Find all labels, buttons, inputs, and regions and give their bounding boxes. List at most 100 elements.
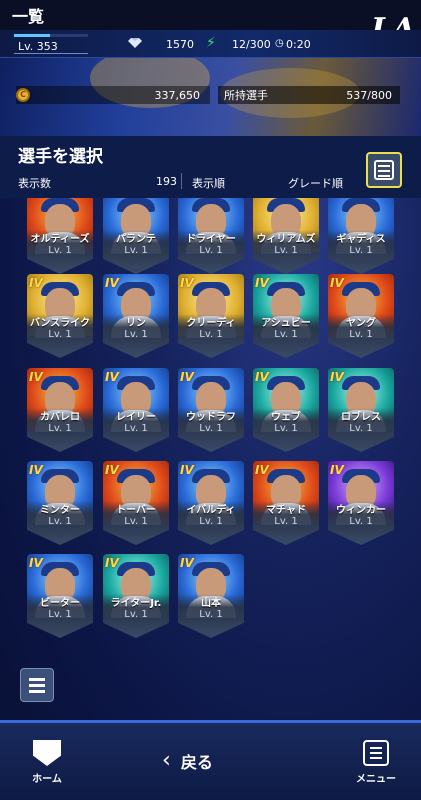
player-level: Lv. 1	[199, 609, 223, 620]
player-card[interactable]: IV アシュビー Lv. 1	[253, 274, 319, 358]
player-name: ロブレス	[341, 412, 381, 423]
player-name: ウッドラフ	[186, 412, 236, 423]
player-card[interactable]: ドライヤー Lv. 1	[178, 198, 244, 274]
player-card[interactable]: オルティーズ Lv. 1	[27, 198, 93, 274]
player-level: Lv. 1	[274, 516, 298, 527]
level-label: Lv. 353	[18, 40, 58, 53]
back-button[interactable]: ‹ 戻る	[162, 748, 213, 773]
owned-label: 所持選手	[224, 89, 268, 102]
player-name: ドライヤー	[186, 234, 236, 245]
player-level: Lv. 1	[199, 516, 223, 527]
player-level: Lv. 1	[274, 245, 298, 256]
grade-badge: IV	[105, 276, 119, 290]
owned-value: 537/800	[346, 88, 392, 102]
sort-label[interactable]: 表示順	[192, 175, 225, 191]
player-name: ギャディス	[336, 234, 386, 245]
player-name: 山本	[201, 598, 221, 609]
home-button[interactable]: ホーム	[24, 740, 70, 785]
player-level: Lv. 1	[124, 516, 148, 527]
player-card[interactable]: ウィリアムズ Lv. 1	[253, 198, 319, 274]
top-bar: 一覧	[0, 0, 421, 30]
grade-badge: IV	[180, 370, 194, 384]
sort-divider	[181, 173, 182, 189]
grade-badge: IV	[29, 556, 43, 570]
filter-button[interactable]	[366, 152, 402, 188]
player-level: Lv. 1	[124, 423, 148, 434]
player-card[interactable]: IV イバルディ Lv. 1	[178, 461, 244, 545]
player-card[interactable]: IV ヤング Lv. 1	[328, 274, 394, 358]
menu-label: メニュー	[356, 774, 396, 785]
grade-badge: IV	[180, 276, 194, 290]
stamina-icon: ⚡	[206, 35, 216, 51]
app-screen: 一覧 LA Lv. 353 1570 ⚡ 12/300 ◷ 0:20 C 337…	[0, 0, 421, 800]
owned-players-row: 所持選手 537/800	[218, 86, 400, 104]
grade-badge: IV	[105, 463, 119, 477]
player-card[interactable]: IV カバレロ Lv. 1	[27, 368, 93, 452]
player-grid[interactable]: オルティーズ Lv. 1 パランテ Lv. 1 ドライヤー Lv. 1 ウィリアムズ Lv. …	[0, 198, 421, 668]
player-card[interactable]: IV 山本 Lv. 1	[178, 554, 244, 638]
list-menu-button[interactable]	[20, 668, 54, 702]
player-card[interactable]: IV ウッドラフ Lv. 1	[178, 368, 244, 452]
grade-badge: IV	[330, 276, 344, 290]
player-card[interactable]: IV マチャド Lv. 1	[253, 461, 319, 545]
player-name: ヤング	[346, 318, 376, 329]
coin-row: C 337,650	[16, 86, 210, 104]
player-name: イバルディ	[186, 505, 236, 516]
gem-icon	[128, 38, 142, 48]
grade-badge: IV	[180, 556, 194, 570]
player-card[interactable]: ギャディス Lv. 1	[328, 198, 394, 274]
player-card[interactable]: IV ミンター Lv. 1	[27, 461, 93, 545]
stamina-timer: 0:20	[286, 38, 311, 51]
player-name: オルティーズ	[30, 234, 90, 245]
player-level: Lv. 1	[199, 245, 223, 256]
player-name: カバレロ	[40, 412, 80, 423]
player-level: Lv. 1	[349, 245, 373, 256]
player-card[interactable]: IV ビーター Lv. 1	[27, 554, 93, 638]
player-level: Lv. 1	[274, 423, 298, 434]
player-name: ミンター	[40, 505, 80, 516]
stamina-count: 12/300	[232, 38, 271, 51]
player-level: Lv. 1	[48, 329, 72, 340]
player-name: トーバー	[116, 505, 156, 516]
player-card[interactable]: IV トーバー Lv. 1	[103, 461, 169, 545]
player-card[interactable]: IV ウィンカー Lv. 1	[328, 461, 394, 545]
player-name: ウィリアムズ	[256, 234, 316, 245]
player-level: Lv. 1	[48, 423, 72, 434]
player-name: リン	[126, 318, 146, 329]
player-level: Lv. 1	[199, 423, 223, 434]
sort-value[interactable]: グレード順	[288, 175, 343, 191]
player-level: Lv. 1	[48, 609, 72, 620]
player-card[interactable]: IV ライターJr. Lv. 1	[103, 554, 169, 638]
grade-badge: IV	[330, 463, 344, 477]
player-card[interactable]: IV ロブレス Lv. 1	[328, 368, 394, 452]
grade-badge: IV	[180, 463, 194, 477]
player-name: バンスライク	[29, 318, 91, 329]
player-level: Lv. 1	[124, 329, 148, 340]
chevron-left-icon: ‹	[162, 748, 171, 773]
player-card[interactable]: IV クリーディ Lv. 1	[178, 274, 244, 358]
player-level: Lv. 1	[48, 516, 72, 527]
player-card[interactable]: IV リン Lv. 1	[103, 274, 169, 358]
player-name: レイリー	[116, 412, 156, 423]
player-name: ビーター	[40, 598, 80, 609]
grade-badge: IV	[330, 370, 344, 384]
menu-button[interactable]: メニュー	[350, 740, 402, 785]
player-card[interactable]: IV ウェブ Lv. 1	[253, 368, 319, 452]
level-progress-track	[50, 34, 88, 37]
gem-count: 1570	[166, 38, 194, 51]
page-title: 一覧	[12, 7, 45, 26]
home-plate-icon	[33, 740, 61, 766]
player-card[interactable]: IV バンスライク Lv. 1	[27, 274, 93, 358]
grade-badge: IV	[29, 370, 43, 384]
filter-icon	[374, 160, 394, 180]
home-label: ホーム	[32, 774, 62, 785]
grade-badge: IV	[29, 463, 43, 477]
player-level: Lv. 1	[124, 245, 148, 256]
grade-badge: IV	[255, 370, 269, 384]
player-level: Lv. 1	[349, 516, 373, 527]
player-level: Lv. 1	[124, 609, 148, 620]
player-card[interactable]: パランテ Lv. 1	[103, 198, 169, 274]
player-level: Lv. 1	[274, 329, 298, 340]
player-card[interactable]: IV レイリー Lv. 1	[103, 368, 169, 452]
coin-icon: C	[16, 88, 30, 102]
